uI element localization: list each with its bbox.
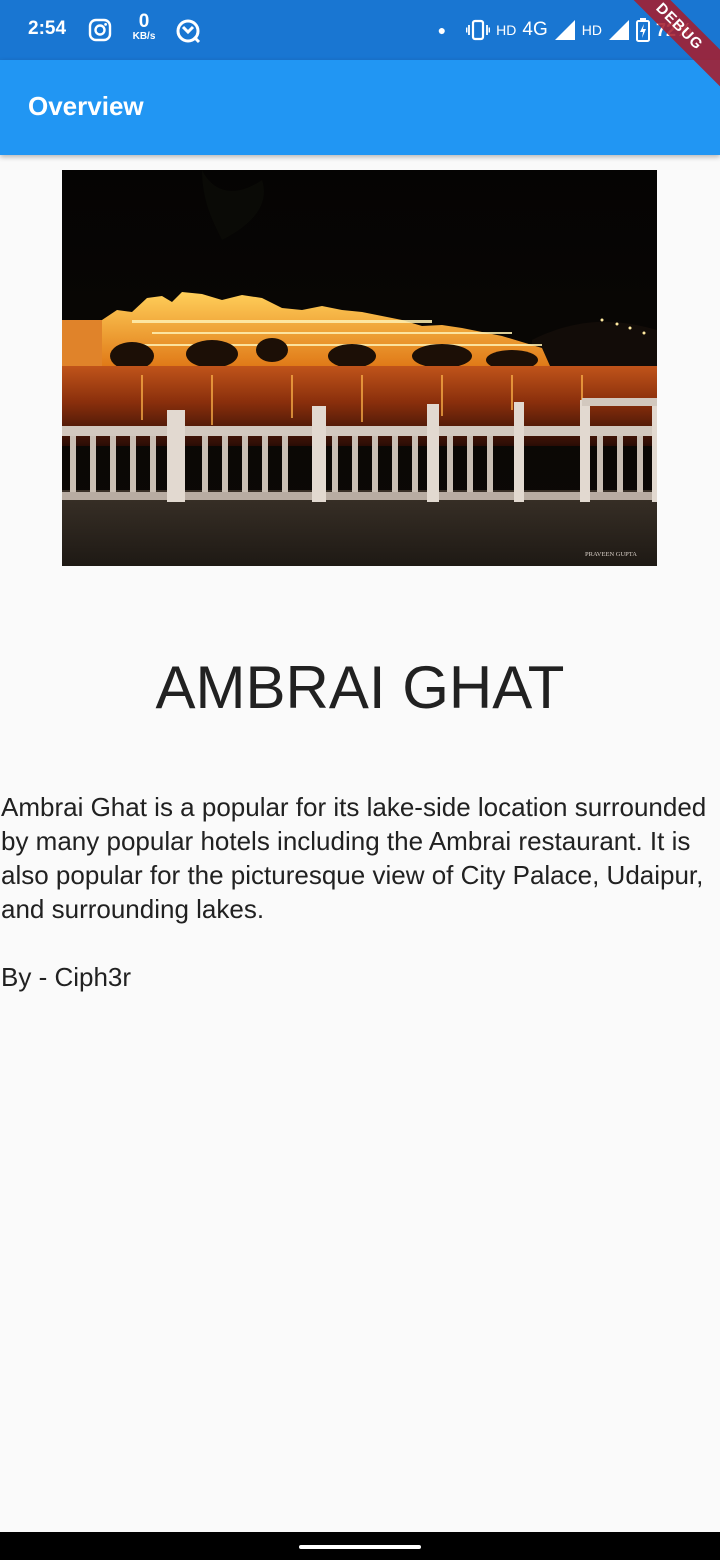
screen: 2:54 0 KB/s ● HD 4G HD DEBUG Overview PR… — [0, 0, 720, 1560]
hd-indicator-2: HD — [581, 22, 602, 38]
signal-icon-2 — [608, 20, 629, 40]
network-type: 4G — [522, 19, 548, 40]
hd-indicator: HD — [496, 22, 517, 38]
net-speed-unit: KB/s — [132, 31, 156, 42]
vibrate-icon — [466, 19, 491, 41]
image-credit: PRAVEEN GUPTA — [585, 551, 637, 558]
app-bar-title: Overview — [28, 91, 144, 121]
status-time: 2:54 — [28, 18, 67, 39]
data-saver-icon — [176, 19, 201, 44]
system-nav-bar — [0, 1532, 720, 1560]
battery-charging-icon — [635, 18, 650, 42]
home-gesture-bar[interactable] — [299, 1545, 421, 1549]
place-description: Ambrai Ghat is a popular for its lake-si… — [1, 792, 707, 924]
status-bar: 2:54 0 KB/s ● HD 4G HD — [0, 0, 720, 60]
net-speed: 0 KB/s — [128, 12, 160, 42]
net-speed-value: 0 — [138, 11, 150, 32]
signal-icon — [554, 20, 575, 40]
notification-dot-icon: ● — [437, 22, 447, 38]
place-title: AMBRAI GHAT — [155, 654, 565, 721]
app-bar: Overview — [0, 60, 720, 155]
instagram-icon — [88, 18, 112, 42]
place-image: PRAVEEN GUPTA — [62, 170, 657, 566]
author-credit: By - Ciph3r — [1, 962, 132, 992]
